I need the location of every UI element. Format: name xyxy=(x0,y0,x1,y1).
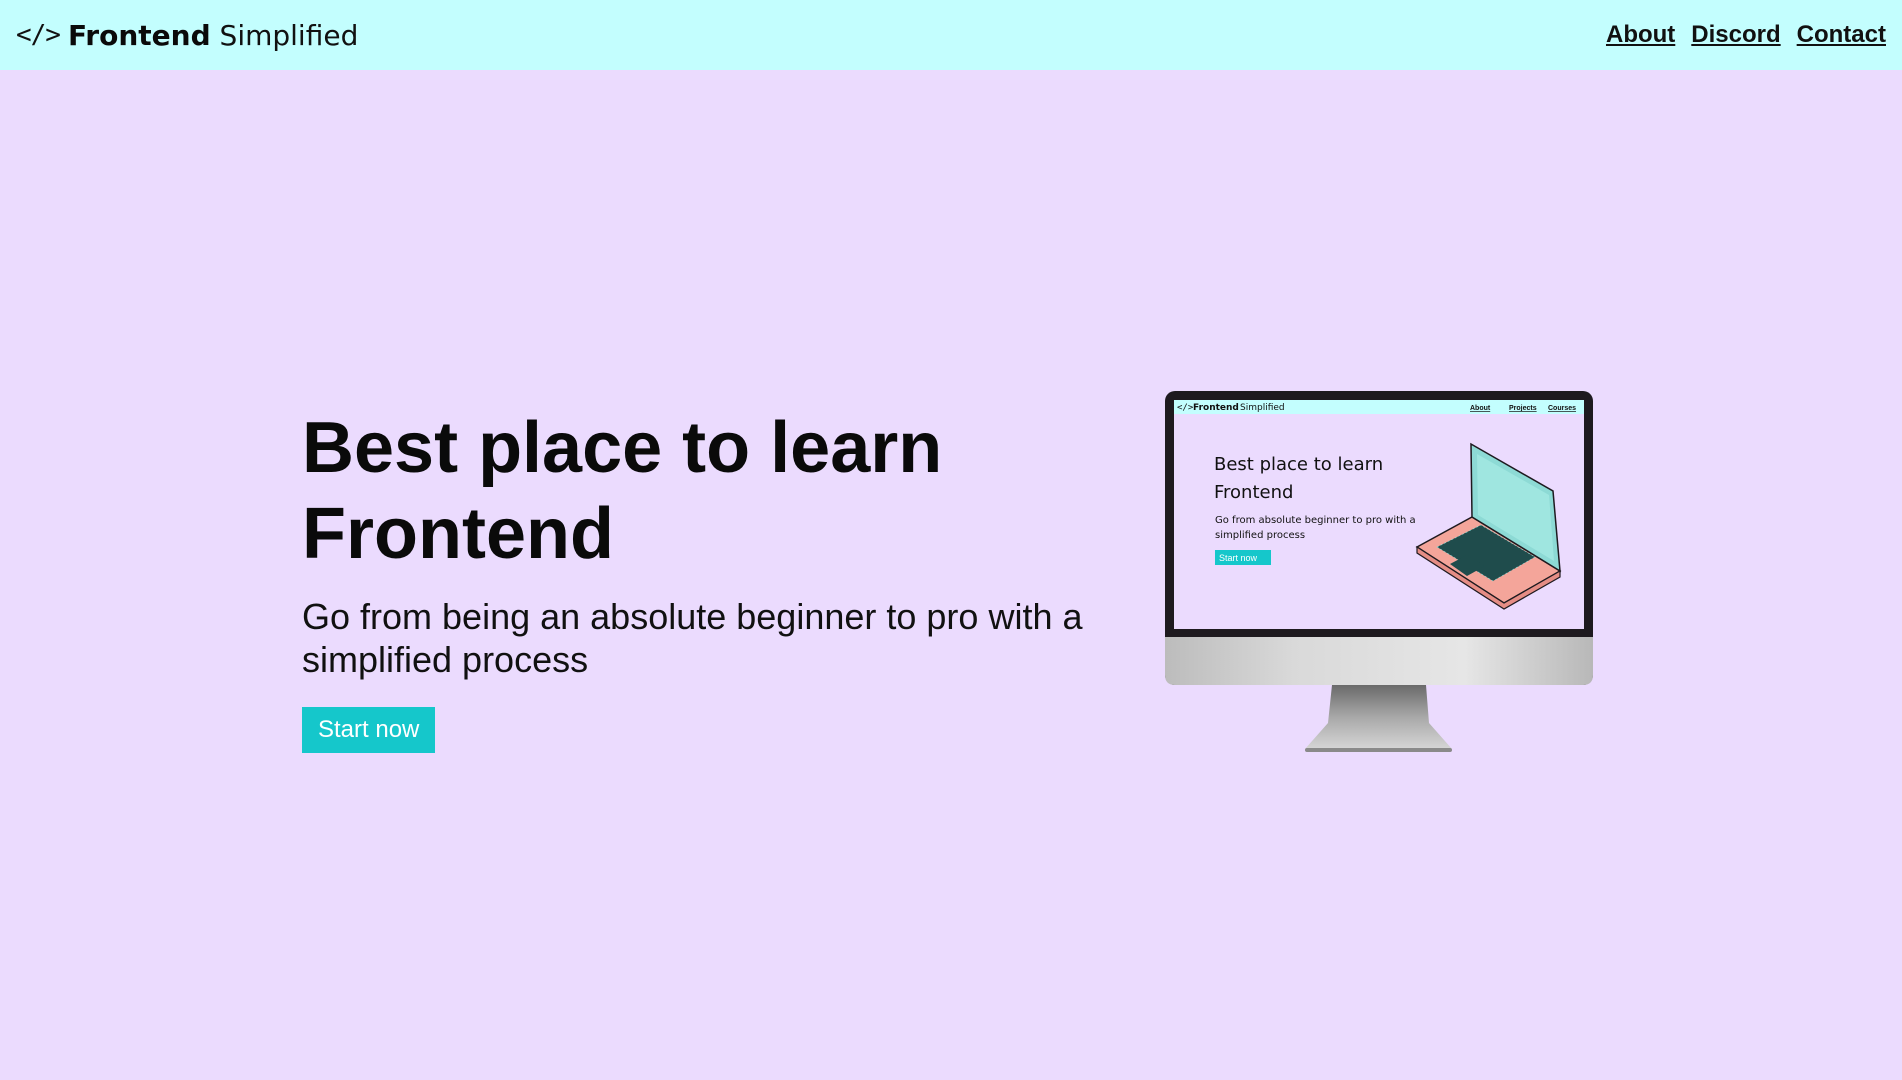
logo[interactable]: </> Frontend Simplified xyxy=(16,19,358,52)
monitor-illustration: </> Frontend Simplified About Projects C… xyxy=(1165,391,1593,752)
hero-subtitle: Go from being an absolute beginner to pr… xyxy=(302,596,1083,680)
mini-nav-link-courses: Courses xyxy=(1548,405,1576,412)
mini-logo-icon: </> xyxy=(1177,403,1194,413)
nav-links: About Discord Contact xyxy=(1606,21,1886,49)
code-brackets-icon: </> xyxy=(16,20,61,50)
mini-hero-title-line2: Frontend xyxy=(1214,482,1293,503)
hero: Best place to learn Frontend Go from bei… xyxy=(302,405,1102,753)
mini-cta-label: Start now xyxy=(1219,553,1258,563)
logo-text: Frontend Simplified xyxy=(68,19,358,52)
monitor-chin xyxy=(1165,637,1593,685)
hero-title-line1: Best place to learn xyxy=(302,408,943,488)
mini-logo-light: Simplified xyxy=(1240,403,1285,413)
mini-logo-bold: Frontend xyxy=(1193,403,1239,413)
mini-hero-subtitle-line1: Go from absolute beginner to pro with a xyxy=(1215,515,1416,526)
monitor-stand xyxy=(1305,685,1452,752)
mini-hero-title-line1: Best place to learn xyxy=(1214,454,1383,475)
start-now-button[interactable]: Start now xyxy=(302,707,436,753)
mini-hero-subtitle-line2: simplified process xyxy=(1215,530,1305,541)
nav-link-contact[interactable]: Contact xyxy=(1797,21,1886,49)
hero-title: Best place to learn Frontend xyxy=(302,405,1102,577)
nav-link-discord[interactable]: Discord xyxy=(1691,21,1780,49)
navbar: </> Frontend Simplified About Discord Co… xyxy=(0,0,1902,70)
logo-light-text: Simplified xyxy=(219,18,359,52)
logo-bold-text: Frontend xyxy=(67,18,211,52)
hero-title-line2: Frontend xyxy=(302,494,614,574)
mini-nav-link-projects: Projects xyxy=(1509,405,1537,412)
nav-link-about[interactable]: About xyxy=(1606,21,1675,49)
mini-nav-link-about: About xyxy=(1470,405,1491,412)
